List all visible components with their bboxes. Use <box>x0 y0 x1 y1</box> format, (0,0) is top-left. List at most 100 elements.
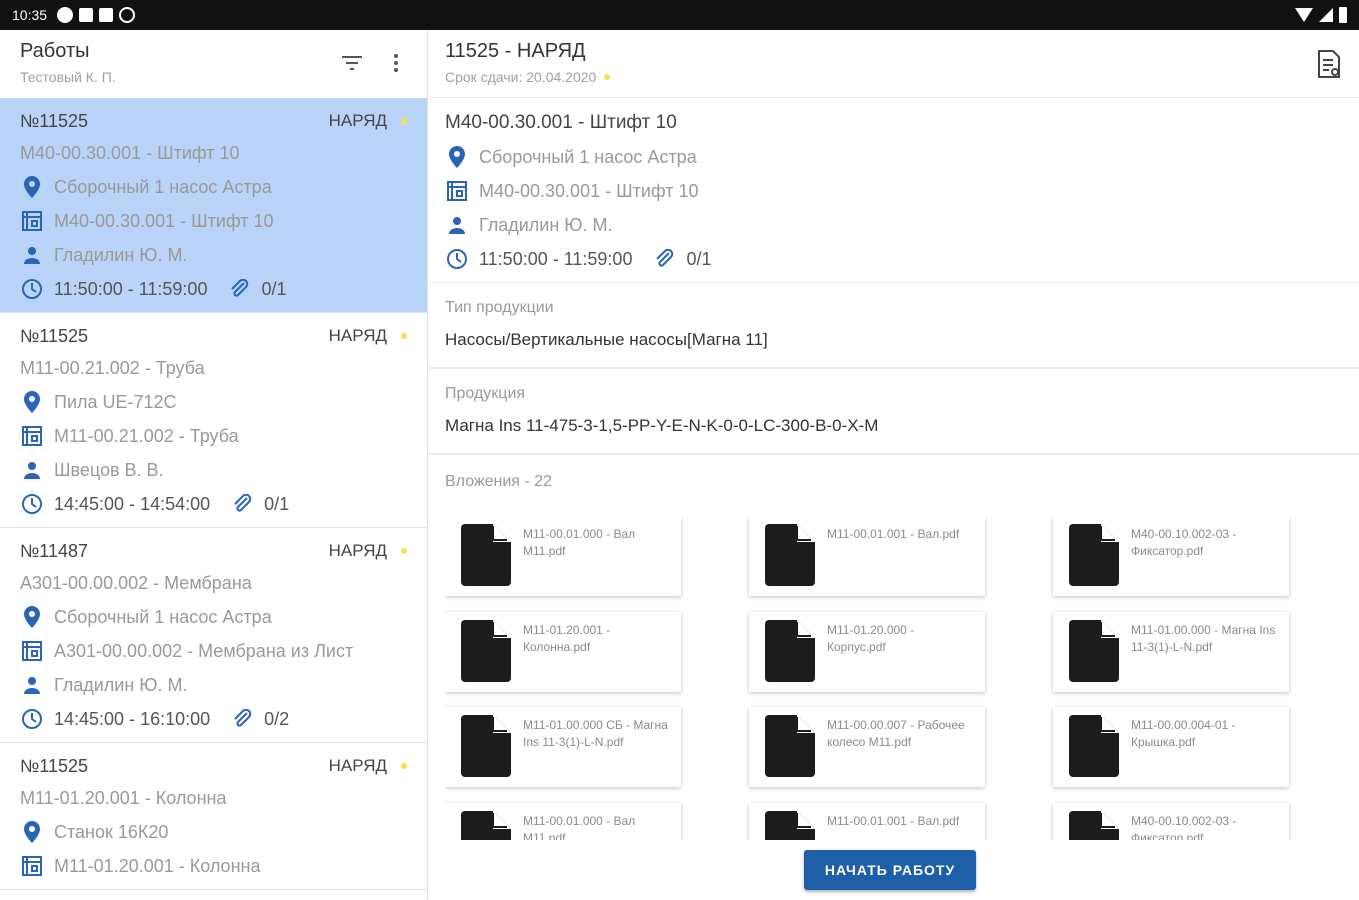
attachment-name: М11-00.01.000 - Вал М11.pdf <box>523 527 636 558</box>
work-time: 11:50:00 - 11:59:00 <box>54 278 208 299</box>
work-type: НАРЯД <box>328 756 387 775</box>
file-icon <box>1069 524 1119 586</box>
detail-header: 11525 - НАРЯД Срок сдачи: 20.04.2020 <box>429 30 1359 98</box>
file-icon <box>461 811 511 840</box>
status-dot <box>401 763 407 769</box>
work-type: НАРЯД <box>328 326 387 345</box>
paperclip-icon <box>230 707 254 731</box>
attachment-name: М11-00.01.001 - Вал.pdf <box>827 527 960 541</box>
attachment-tile[interactable]: М40-00.10.002-03 - Фиксатор.pdf <box>1053 803 1289 840</box>
file-icon <box>765 524 815 586</box>
detail-time: 11:50:00 - 11:59:00 <box>479 248 633 269</box>
status-time: 10:35 <box>12 7 48 23</box>
status-dot <box>401 118 407 124</box>
file-icon <box>461 715 511 777</box>
status-dot <box>401 548 407 554</box>
work-list-panel: Работы Тестовый К. П. №11525 НАРЯД М40-0… <box>0 30 428 900</box>
app-icon <box>79 8 94 22</box>
location-pin-icon <box>20 390 44 414</box>
work-location: Сборочный 1 насос Астра <box>54 606 272 627</box>
file-icon <box>1069 620 1119 682</box>
work-detail-panel: 11525 - НАРЯД Срок сдачи: 20.04.2020 М40… <box>429 30 1359 900</box>
attachments-label: Вложения - 22 <box>445 473 552 490</box>
status-dot <box>604 74 611 80</box>
work-qty: 0/1 <box>261 278 287 299</box>
work-card[interactable]: №11487 НАРЯД А301-00.00.002 - Мембрана С… <box>0 528 427 743</box>
attachment-name: М40-00.10.002-03 - Фиксатор.pdf <box>1131 527 1237 558</box>
file-icon <box>461 524 511 586</box>
attachment-tile[interactable]: М11-00.00.007 - Рабочее колесо М11.pdf <box>749 707 985 787</box>
more-menu-icon[interactable] <box>385 52 407 74</box>
paperclip-icon <box>230 492 254 516</box>
attachment-name: М11-00.00.004-01 - Крышка.pdf <box>1131 718 1236 749</box>
attachment-tile[interactable]: М11-01.00.000 СБ - Магна Ins 11-3(1)-L-N… <box>445 707 681 787</box>
attachment-tile[interactable]: М11-00.01.000 - Вал М11.pdf <box>445 803 681 840</box>
location-pin-icon <box>20 175 44 199</box>
clock-icon <box>20 492 44 516</box>
paperclip-icon <box>227 277 251 301</box>
work-number: №11525 <box>20 110 89 131</box>
work-qty: 0/2 <box>264 708 290 729</box>
person-icon <box>20 243 44 267</box>
work-person: Гладилин Ю. М. <box>54 244 188 265</box>
sync-icon <box>119 7 136 23</box>
attachment-tile[interactable]: М11-01.20.001 - Колонна.pdf <box>445 612 681 692</box>
work-card[interactable]: №11525 НАРЯД М11-00.21.002 - Труба Пила … <box>0 313 427 528</box>
person-icon <box>445 213 469 237</box>
wifi-icon <box>1295 8 1313 22</box>
work-part: М40-00.30.001 - Штифт 10 <box>54 210 274 231</box>
filter-icon[interactable] <box>341 52 363 74</box>
clock-icon <box>20 707 44 731</box>
attachment-tile[interactable]: М40-00.10.002-03 - Фиксатор.pdf <box>1053 516 1289 596</box>
work-list-header: Работы Тестовый К. П. <box>0 30 427 98</box>
work-number: №11525 <box>20 325 89 346</box>
detail-part: М40-00.30.001 - Штифт 10 <box>479 180 699 201</box>
location-pin-icon <box>445 145 469 169</box>
product-type-label: Тип продукции <box>445 299 554 316</box>
work-type: НАРЯД <box>328 111 387 130</box>
product-type-value: Насосы/Вертикальные насосы[Магна 11] <box>445 330 768 349</box>
file-icon <box>765 620 815 682</box>
attachment-tile[interactable]: М11-01.20.000 - Корпус.pdf <box>749 612 985 692</box>
due-date: Срок сдачи: 20.04.2020 <box>445 69 597 85</box>
attachment-tile[interactable]: М11-00.01.000 - Вал М11.pdf <box>445 516 681 596</box>
report-icon[interactable] <box>1317 50 1341 83</box>
file-icon <box>1069 811 1119 840</box>
work-card[interactable]: №11525 НАРЯД М40-00.30.001 - Штифт 10 Сб… <box>0 98 427 313</box>
product-field: Продукция Магна Ins 11-475-3-1,5-PP-Y-E-… <box>429 369 1359 455</box>
product-type-field: Тип продукции Насосы/Вертикальные насосы… <box>429 283 1359 369</box>
paperclip-icon <box>652 247 676 271</box>
part-drawing-icon <box>20 854 44 878</box>
work-number: №11525 <box>20 755 89 776</box>
work-location: Сборочный 1 насос Астра <box>54 176 272 197</box>
detail-qty: 0/1 <box>686 248 712 269</box>
signal-icon <box>1319 8 1333 22</box>
part-drawing-icon <box>20 639 44 663</box>
attachment-tile[interactable]: М11-00.01.001 - Вал.pdf <box>749 803 985 840</box>
work-type: НАРЯД <box>328 541 387 560</box>
attachment-tile[interactable]: М11-00.01.001 - Вал.pdf <box>749 516 985 596</box>
status-bar: 10:35 <box>0 0 1359 30</box>
work-card[interactable]: №11525 НАРЯД М11-01.20.001 - Колонна Ста… <box>0 743 427 890</box>
start-work-button[interactable]: НАЧАТЬ РАБОТУ <box>804 850 976 890</box>
attachment-name: М11-01.00.000 СБ - Магна Ins 11-3(1)-L-N… <box>523 718 668 749</box>
work-time: 14:45:00 - 14:54:00 <box>54 493 211 514</box>
battery-icon <box>1339 7 1347 23</box>
notification-icon <box>57 7 74 23</box>
location-pin-icon <box>20 820 44 844</box>
work-part: А301-00.00.002 - Мембрана из Лист <box>54 640 354 661</box>
work-name: М11-00.21.002 - Труба <box>20 357 205 378</box>
work-part: М11-00.21.002 - Труба <box>54 425 239 446</box>
attachment-name: М11-00.01.000 - Вал М11.pdf <box>523 814 636 840</box>
person-icon <box>20 673 44 697</box>
attachment-tile[interactable]: М11-01.00.000 - Магна Ins 11-3(1)-L-N.pd… <box>1053 612 1289 692</box>
attachment-name: М11-00.00.007 - Рабочее колесо М11.pdf <box>827 718 965 749</box>
attachments-grid: М11-00.01.000 - Вал М11.pdf М11-00.01.001… <box>445 516 1345 840</box>
work-qty: 0/1 <box>264 493 290 514</box>
status-dot <box>401 333 407 339</box>
detail-summary: М40-00.30.001 - Штифт 10 Сборочный 1 нас… <box>429 98 1359 283</box>
work-name: А301-00.00.002 - Мембрана <box>20 572 252 593</box>
attachment-name: М11-00.01.001 - Вал.pdf <box>827 814 960 828</box>
sd-card-icon <box>99 8 114 22</box>
attachment-tile[interactable]: М11-00.00.004-01 - Крышка.pdf <box>1053 707 1289 787</box>
